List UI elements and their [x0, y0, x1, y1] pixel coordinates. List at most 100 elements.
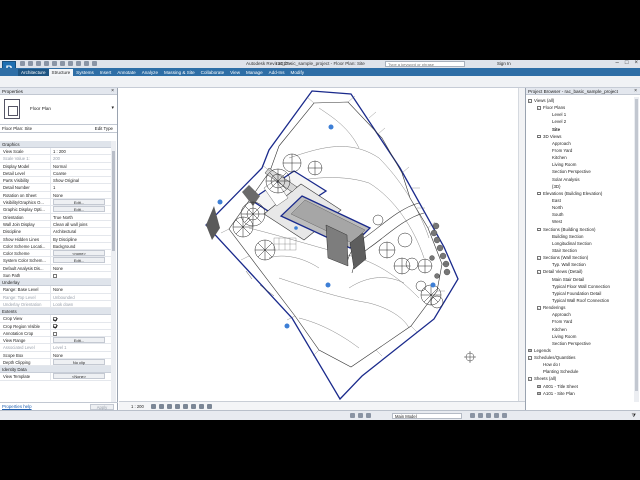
- property-edit-button[interactable]: Edit...: [53, 199, 105, 206]
- design-options-icon[interactable]: [358, 413, 363, 418]
- browser-node[interactable]: Kitchen: [526, 326, 634, 333]
- property-value[interactable]: True North: [51, 214, 112, 220]
- property-edit-button[interactable]: <none>: [53, 250, 105, 257]
- browser-node[interactable]: East: [526, 197, 634, 204]
- property-edit-button[interactable]: Edit...: [53, 337, 105, 344]
- close-icon[interactable]: ×: [111, 88, 114, 95]
- property-edit-button[interactable]: Edit...: [53, 206, 105, 213]
- browser-node[interactable]: From Yard: [526, 147, 634, 154]
- browser-node[interactable]: South: [526, 211, 634, 218]
- property-value[interactable]: By Discipline: [51, 236, 112, 242]
- tab-systems[interactable]: Systems: [73, 69, 97, 76]
- expand-icon[interactable]: +: [528, 348, 532, 352]
- browser-node[interactable]: - Detail Views (Detail): [526, 268, 634, 275]
- property-value[interactable]: <none>: [51, 250, 112, 257]
- property-checkbox[interactable]: [53, 317, 57, 322]
- sync-icon[interactable]: [366, 413, 371, 418]
- edit-type-button[interactable]: Edit Type: [93, 126, 115, 132]
- browser-node[interactable]: - Sections (Building Section): [526, 226, 634, 233]
- browser-node[interactable]: + A001 - Title Sheet: [526, 383, 634, 390]
- tab-analyze[interactable]: Analyze: [139, 69, 161, 76]
- browser-node[interactable]: How do I: [526, 361, 634, 368]
- property-value[interactable]: None: [51, 352, 112, 358]
- crop-view-icon[interactable]: [183, 404, 188, 409]
- browser-node[interactable]: Stair Section: [526, 247, 634, 254]
- browser-node[interactable]: - Sections (Wall Section): [526, 254, 634, 261]
- filter-icon[interactable]: ⧩: [632, 413, 636, 419]
- 3d-view-icon[interactable]: [76, 61, 81, 66]
- collapse-icon[interactable]: -: [537, 256, 541, 260]
- instance-filter[interactable]: Floor Plan: Site Edit Type: [0, 125, 117, 133]
- worksets-icon[interactable]: [350, 413, 355, 418]
- collapse-icon[interactable]: -: [528, 99, 532, 103]
- property-value[interactable]: No clip: [51, 359, 112, 366]
- minimize-icon[interactable]: –: [616, 60, 619, 66]
- property-value[interactable]: [51, 272, 112, 278]
- chevron-down-icon[interactable]: ▾: [111, 105, 114, 111]
- temporary-hide-icon[interactable]: [199, 404, 204, 409]
- browser-node[interactable]: Planting Schedule: [526, 368, 634, 375]
- property-group-header[interactable]: Identity Data: [0, 366, 112, 374]
- tab-architecture[interactable]: Architecture: [18, 69, 49, 76]
- browser-node[interactable]: {3D}: [526, 183, 634, 190]
- close-icon[interactable]: ×: [634, 60, 638, 66]
- view-scale-label[interactable]: 1 : 200: [131, 404, 144, 409]
- expand-icon[interactable]: +: [537, 384, 541, 388]
- expand-icon[interactable]: +: [537, 391, 541, 395]
- active-model-select[interactable]: Main Model: [392, 413, 462, 419]
- property-value[interactable]: None: [51, 192, 112, 198]
- browser-node[interactable]: - Schedules/Quantities: [526, 354, 634, 361]
- browser-node[interactable]: Approach: [526, 311, 634, 318]
- drawing-area[interactable]: [119, 88, 525, 401]
- section-icon[interactable]: [84, 61, 89, 66]
- select-links-icon[interactable]: [470, 413, 475, 418]
- tab-annotate[interactable]: Annotate: [114, 69, 138, 76]
- vertical-scrollbar[interactable]: [518, 88, 525, 401]
- property-checkbox[interactable]: [53, 273, 57, 278]
- property-value[interactable]: Edit...: [51, 337, 112, 344]
- browser-node[interactable]: Approach: [526, 140, 634, 147]
- show-crop-icon[interactable]: [191, 404, 196, 409]
- property-value[interactable]: Edit...: [51, 257, 112, 264]
- browser-node[interactable]: Solar Analysis: [526, 176, 634, 183]
- property-value[interactable]: 1: [51, 184, 112, 190]
- properties-help-link[interactable]: Properties help: [2, 404, 32, 409]
- collapse-icon[interactable]: -: [537, 306, 541, 310]
- browser-node[interactable]: - Views (all): [526, 97, 634, 104]
- print-icon[interactable]: [52, 61, 57, 66]
- tab-insert[interactable]: Insert: [97, 69, 115, 76]
- property-value[interactable]: Architectural: [51, 228, 112, 234]
- tab-structure[interactable]: Structure: [48, 69, 74, 76]
- browser-node[interactable]: Site: [526, 126, 634, 133]
- browser-node[interactable]: Living Room: [526, 333, 634, 340]
- browser-node[interactable]: Section Perspective: [526, 340, 634, 347]
- browser-node[interactable]: - Floor Plans: [526, 104, 634, 111]
- redo-icon[interactable]: [44, 61, 49, 66]
- maximize-icon[interactable]: □: [625, 60, 629, 66]
- browser-node[interactable]: - Elevations (Building Elevation): [526, 190, 634, 197]
- browser-node[interactable]: Level 2: [526, 118, 634, 125]
- tab-collaborate[interactable]: Collaborate: [198, 69, 228, 76]
- property-group-header[interactable]: Graphics: [0, 141, 112, 148]
- browser-node[interactable]: -3D Views: [526, 133, 634, 140]
- browser-node[interactable]: Kitchen: [526, 154, 634, 161]
- property-value[interactable]: [51, 315, 112, 322]
- browser-node[interactable]: + A101 - Site Plan: [526, 390, 634, 397]
- browser-node[interactable]: Typical Floor Wall Connection: [526, 283, 634, 290]
- property-edit-button[interactable]: No clip: [53, 359, 105, 366]
- properties-scrollbar[interactable]: [111, 141, 116, 403]
- tab-view[interactable]: View: [227, 69, 243, 76]
- browser-node[interactable]: Longitudinal Section: [526, 240, 634, 247]
- collapse-icon[interactable]: -: [528, 356, 532, 360]
- browser-scrollbar[interactable]: [634, 97, 639, 402]
- property-value[interactable]: Show Original: [51, 177, 112, 183]
- property-value[interactable]: Edit...: [51, 206, 112, 213]
- collapse-icon[interactable]: -: [537, 270, 541, 274]
- select-by-face-icon[interactable]: [494, 413, 499, 418]
- browser-node[interactable]: Level 1: [526, 111, 634, 118]
- search-field[interactable]: [388, 62, 464, 66]
- browser-node[interactable]: From Yard: [526, 318, 634, 325]
- browser-node[interactable]: Living Room: [526, 161, 634, 168]
- tab-add-ins[interactable]: Add-Ins: [266, 69, 288, 76]
- browser-node[interactable]: - Sheets (all): [526, 375, 634, 382]
